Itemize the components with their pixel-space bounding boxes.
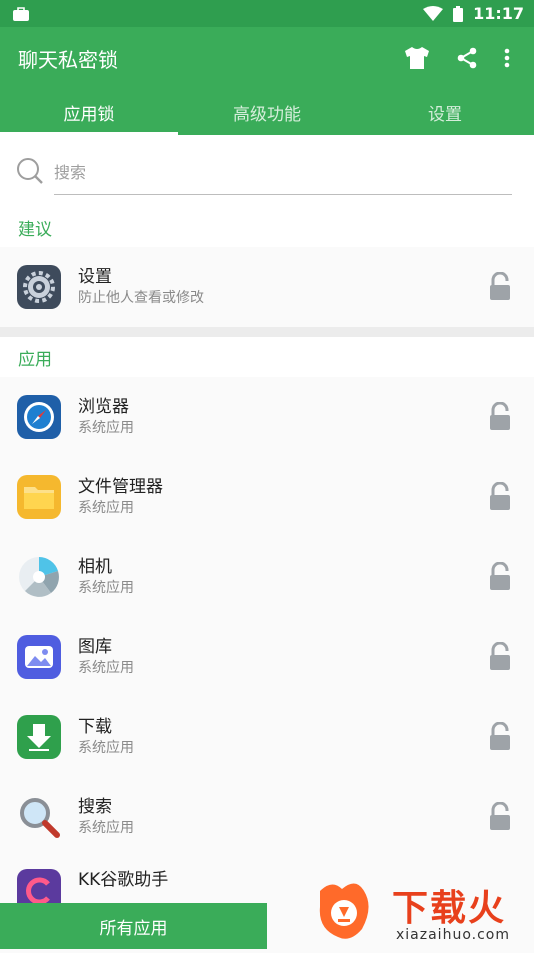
list-item[interactable]: 设置 防止他人查看或修改 xyxy=(0,247,534,327)
app-subtitle: 系统应用 xyxy=(78,580,134,596)
more-vert-icon xyxy=(504,48,510,68)
app-subtitle: 系统应用 xyxy=(78,420,134,436)
app-subtitle: 防止他人查看或修改 xyxy=(78,290,204,306)
notification-bag-icon xyxy=(13,6,29,21)
watermark: 下载火 xiazaihuo.com xyxy=(312,877,534,949)
app-name: 下载 xyxy=(78,717,112,737)
share-button[interactable] xyxy=(442,47,492,69)
search-input[interactable]: 搜索 xyxy=(54,148,512,195)
tshirt-icon xyxy=(405,47,429,69)
unlock-icon[interactable] xyxy=(488,562,512,592)
share-icon xyxy=(457,47,477,69)
unlock-icon[interactable] xyxy=(488,642,512,672)
more-options-button[interactable] xyxy=(492,48,522,68)
watermark-title: 下载火 xyxy=(392,888,507,929)
tab-advanced[interactable]: 高级功能 xyxy=(178,89,356,135)
folder-app-icon xyxy=(17,475,61,519)
search-bar: 搜索 xyxy=(0,135,534,207)
section-header-suggest: 建议 xyxy=(0,207,534,247)
tab-app-lock[interactable]: 应用锁 xyxy=(0,89,178,135)
search-icon xyxy=(17,158,43,184)
download-app-icon xyxy=(17,715,61,759)
tab-bar: 应用锁 高级功能 设置 xyxy=(0,89,534,135)
unlock-icon[interactable] xyxy=(488,722,512,752)
tab-settings[interactable]: 设置 xyxy=(356,89,534,135)
unlock-icon[interactable] xyxy=(488,402,512,432)
app-name: 浏览器 xyxy=(78,397,129,417)
section-divider xyxy=(0,327,534,337)
app-name: 搜索 xyxy=(78,797,112,817)
list-item[interactable]: 下载 系统应用 xyxy=(0,697,534,777)
list-item[interactable]: 文件管理器 系统应用 xyxy=(0,457,534,537)
settings-app-icon xyxy=(17,265,61,309)
all-apps-button[interactable]: 所有应用 xyxy=(0,903,267,949)
battery-icon xyxy=(453,5,464,22)
app-subtitle: 系统应用 xyxy=(78,660,134,676)
unlock-icon[interactable] xyxy=(488,802,512,832)
app-subtitle: 系统应用 xyxy=(78,820,134,836)
unlock-icon[interactable] xyxy=(488,272,512,302)
app-name: 相机 xyxy=(78,557,112,577)
status-bar: 11:17 xyxy=(0,0,534,27)
status-time: 11:17 xyxy=(473,4,524,23)
camera-app-icon xyxy=(17,555,61,599)
app-name: 设置 xyxy=(78,267,112,287)
app-bar: 聊天私密锁 xyxy=(0,27,534,89)
list-item[interactable]: 搜索 系统应用 xyxy=(0,777,534,857)
list-item[interactable]: 图库 系统应用 xyxy=(0,617,534,697)
watermark-url: xiazaihuo.com xyxy=(396,927,510,943)
gallery-app-icon xyxy=(17,635,61,679)
section-header-apps: 应用 xyxy=(0,337,534,377)
search-app-icon xyxy=(17,795,61,839)
unlock-icon[interactable] xyxy=(488,482,512,512)
app-subtitle: 系统应用 xyxy=(78,740,134,756)
app-name: 图库 xyxy=(78,637,112,657)
app-title: 聊天私密锁 xyxy=(18,47,118,72)
list-item[interactable]: 浏览器 系统应用 xyxy=(0,377,534,457)
browser-app-icon xyxy=(17,395,61,439)
app-subtitle: 系统应用 xyxy=(78,500,134,516)
wifi-icon xyxy=(423,5,444,21)
app-name: 文件管理器 xyxy=(78,477,163,497)
list-item[interactable]: 相机 系统应用 xyxy=(0,537,534,617)
theme-button[interactable] xyxy=(392,46,442,70)
